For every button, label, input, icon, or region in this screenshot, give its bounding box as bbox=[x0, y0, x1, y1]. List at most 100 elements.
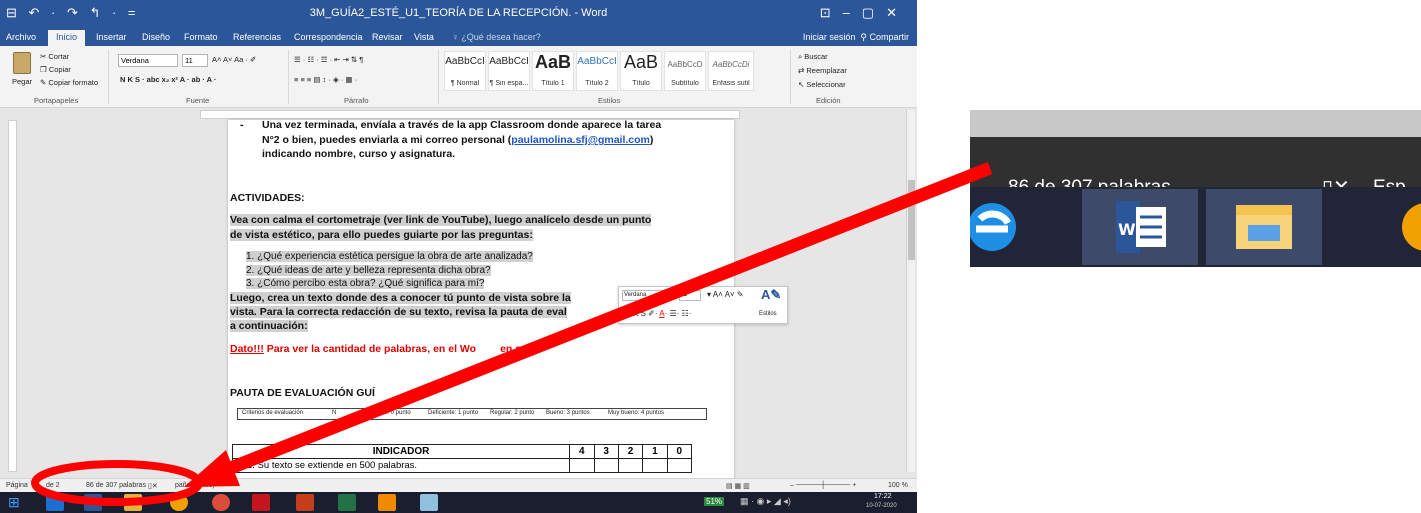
vertical-ruler[interactable] bbox=[8, 120, 17, 472]
tray-icons[interactable]: ▦ · ◉ ▸ ◢ ◂) bbox=[740, 496, 791, 507]
style-heading2[interactable]: AaBbCcI Título 2 bbox=[576, 51, 618, 91]
email-link[interactable]: paulamolina.sfj@gmail.com bbox=[511, 134, 650, 146]
tab-vista[interactable]: Vista bbox=[414, 32, 434, 42]
replace-button[interactable]: ⇄ Reemplazar bbox=[798, 66, 847, 75]
font-name-box[interactable]: Verdana bbox=[118, 54, 178, 67]
tab-archivo[interactable]: Archivo bbox=[6, 32, 36, 42]
mini-size-box[interactable]: 11 bbox=[679, 290, 701, 301]
style-preview: AaBbCcI bbox=[577, 56, 617, 67]
tab-diseno[interactable]: Diseño bbox=[142, 32, 170, 42]
folder-app-icon[interactable] bbox=[420, 494, 438, 511]
styles-group-label: Estilos bbox=[598, 96, 621, 105]
style-name: Título 2 bbox=[585, 80, 609, 87]
table-cell: 1. Su texto se extiende en 500 palabras. bbox=[231, 458, 571, 473]
style-subtitle[interactable]: AaBbCcD Subtítulo bbox=[664, 51, 706, 91]
vertical-scrollbar[interactable] bbox=[906, 110, 915, 472]
style-subtle-emphasis[interactable]: AaBbCcDi Énfasis sutil bbox=[708, 51, 754, 91]
criteria-cell: Deficiente: 1 punto bbox=[428, 410, 479, 416]
mini-styles-label: Estilos bbox=[759, 311, 777, 317]
scrollbar-thumb[interactable] bbox=[908, 180, 915, 260]
table-cell bbox=[593, 458, 619, 473]
proofing-icon[interactable]: ▯✕ bbox=[148, 482, 158, 490]
zoom-slider[interactable]: – ─────┼───── + bbox=[790, 482, 856, 489]
signin-link[interactable]: Iniciar sesión bbox=[803, 32, 856, 42]
style-normal[interactable]: AaBbCcI ¶ Normal bbox=[444, 51, 486, 91]
file-explorer-icon[interactable] bbox=[124, 494, 142, 511]
clipboard-group-label: Portapapeles bbox=[34, 96, 79, 105]
style-no-spacing[interactable]: AaBbCcI ¶ Sin espa... bbox=[488, 51, 530, 91]
zoom-inset: 86 de 307 palabras ▯✕ Esp W bbox=[970, 110, 1421, 290]
language-status[interactable]: pañol (Chile) bbox=[175, 482, 215, 489]
windows-start-icon[interactable]: ⊞ bbox=[8, 494, 20, 511]
tip-text: Para ver la cantidad de palabras, en el … bbox=[263, 343, 477, 355]
tab-revisar[interactable]: Revisar bbox=[372, 32, 403, 42]
mini-grow-buttons[interactable]: ▾ A˄ A˅ ✎ bbox=[707, 290, 744, 299]
bullet-dash: - bbox=[240, 119, 244, 131]
tab-insertar[interactable]: Insertar bbox=[96, 32, 127, 42]
battery-indicator[interactable]: 51% bbox=[704, 497, 725, 506]
list-buttons[interactable]: ☰ · ☷ · ☲ · ⇤ ⇥ ⇅ ¶ bbox=[294, 55, 363, 64]
cut-button[interactable]: ✂ Cortar bbox=[40, 52, 69, 61]
style-heading1[interactable]: AaB Título 1 bbox=[532, 51, 574, 91]
tip-text-end: en aquí: bbox=[500, 343, 541, 355]
table-cell bbox=[666, 458, 693, 473]
document-title: 3M_GUÍA2_ESTÉ_U1_TEORÍA DE LA RECEPCIÓN.… bbox=[309, 7, 608, 19]
acrobat-icon[interactable] bbox=[252, 494, 270, 511]
clock-date[interactable]: 10-07-2020 bbox=[866, 503, 897, 509]
paste-button[interactable]: Pegar bbox=[12, 77, 32, 86]
doc-line: a continuación: bbox=[230, 320, 308, 332]
group-divider bbox=[108, 50, 109, 104]
mini-styles-icon[interactable]: A✎ bbox=[761, 287, 781, 303]
font-format-row[interactable]: N K S · abc x₂ x² A · ab · A · bbox=[120, 75, 216, 84]
ribbon-tabs: Archivo Inicio Insertar Diseño Formato R… bbox=[0, 30, 917, 46]
view-buttons[interactable]: ▤ ▦ ▥ bbox=[726, 482, 750, 490]
style-preview: AaBbCcDi bbox=[712, 60, 750, 69]
format-painter-button[interactable]: ✎ Copiar formato bbox=[40, 78, 98, 87]
table-row: 1. Su texto se extiende en 500 palabras. bbox=[231, 458, 693, 473]
style-preview: AaBbCcD bbox=[667, 60, 703, 69]
doc-text: ) bbox=[649, 134, 654, 146]
clock-time[interactable]: 17:22 bbox=[874, 493, 892, 500]
vlc-icon[interactable] bbox=[378, 494, 396, 511]
table-header-cell: 3 bbox=[593, 444, 619, 459]
ie-icon[interactable] bbox=[46, 494, 64, 511]
tab-referencias[interactable]: Referencias bbox=[233, 32, 281, 42]
copy-button[interactable]: ❐ Copiar bbox=[40, 65, 71, 74]
mini-font-box[interactable]: Verdana bbox=[622, 290, 670, 301]
table-header-cell: 1 bbox=[642, 444, 668, 459]
find-button[interactable]: ⌕ Buscar bbox=[798, 52, 828, 62]
tab-formato[interactable]: Formato bbox=[184, 32, 218, 42]
align-buttons[interactable]: ≡ ≡ ≡ ▤ ↕ · ◈ · ▦ · bbox=[294, 75, 357, 84]
paste-icon[interactable] bbox=[13, 52, 31, 74]
font-grow-shrink-buttons[interactable]: A˄ A˅ Aa · ✐ bbox=[212, 55, 256, 64]
tell-me-box[interactable]: ♀ ¿Qué desea hacer? bbox=[452, 32, 541, 42]
tab-correspondencia[interactable]: Correspondencia bbox=[294, 32, 363, 42]
style-title[interactable]: AaB Título bbox=[620, 51, 662, 91]
word-count[interactable]: 86 de 307 palabras bbox=[86, 482, 146, 489]
page-count[interactable]: de 2 bbox=[46, 482, 60, 489]
excel-icon[interactable] bbox=[338, 494, 356, 511]
word-icon[interactable] bbox=[84, 494, 102, 511]
zoom-level[interactable]: 100 % bbox=[888, 482, 908, 489]
paragraph-group-label: Párrafo bbox=[344, 96, 369, 105]
horizontal-ruler[interactable] bbox=[200, 110, 740, 119]
select-button[interactable]: ↖ Seleccionar bbox=[798, 80, 846, 89]
criteria-cell: o: 0 punto bbox=[384, 410, 411, 416]
font-size-box[interactable]: 11 bbox=[182, 54, 208, 67]
page-label[interactable]: Página bbox=[6, 482, 28, 489]
tab-inicio[interactable]: Inicio bbox=[48, 30, 86, 46]
zoom-taskbar: W bbox=[970, 187, 1421, 267]
mini-format-row[interactable]: K S ✐· A· ☰· ☷· bbox=[633, 309, 691, 318]
chrome-icon[interactable] bbox=[212, 494, 230, 511]
account-area[interactable]: Iniciar sesión ⚲ Compartir bbox=[803, 32, 909, 43]
zoom-word-icon: W bbox=[1082, 189, 1198, 265]
search-icon: ⌕ bbox=[798, 52, 803, 61]
window-controls[interactable]: ⊡–▢✕ bbox=[820, 5, 909, 21]
powerpoint-icon[interactable] bbox=[296, 494, 314, 511]
share-button[interactable]: Compartir bbox=[869, 32, 909, 42]
group-divider bbox=[790, 50, 791, 104]
headphones-app-icon[interactable] bbox=[170, 494, 188, 511]
style-preview: AaB bbox=[534, 52, 571, 72]
table-cell bbox=[642, 458, 668, 473]
style-preview: AaBbCcI bbox=[445, 56, 485, 67]
